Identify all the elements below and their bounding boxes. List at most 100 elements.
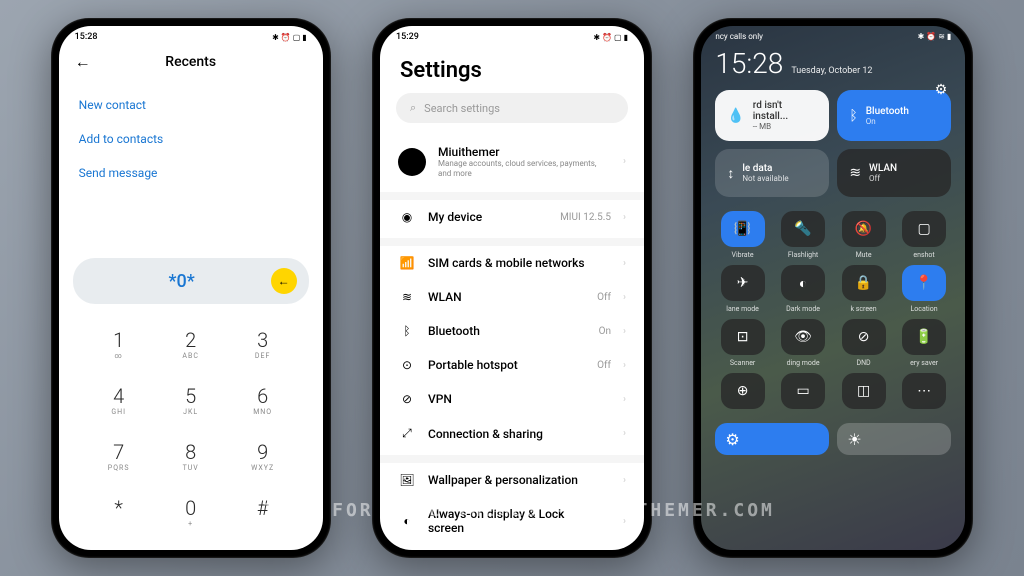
auto-brightness-slider[interactable]: ⚙ [715, 423, 829, 455]
link-item[interactable]: Send message [79, 156, 303, 190]
quick-tile-small[interactable]: ◐ Dark mode [776, 265, 831, 313]
phone-settings: 15:29 ✱ ⏰ ▢ ▮ Settings ⌕ Search settings… [372, 18, 652, 558]
tile-button[interactable]: ◫ [842, 373, 886, 409]
tile-button[interactable]: ▢ [902, 211, 946, 247]
settings-item[interactable]: ◉ My device MIUI 12.5.5 › [380, 200, 644, 246]
account-sub: Manage accounts, cloud services, payment… [438, 159, 611, 178]
tile-button[interactable]: ⊕ [721, 373, 765, 409]
tile-button[interactable]: 📍 [902, 265, 946, 301]
settings-item[interactable]: ≋ WLAN Off › [380, 280, 644, 314]
item-icon: ⤢ [398, 426, 416, 441]
settings-item[interactable]: ᛒ Bluetooth On › [380, 314, 644, 348]
link-item[interactable]: Add to contacts [79, 122, 303, 156]
tile-icon: ≋ [849, 165, 861, 181]
quick-tile-small[interactable]: ◫ [836, 373, 891, 413]
keypad-key[interactable]: 6MNO [227, 372, 299, 428]
tile-label: ding mode [787, 359, 820, 367]
quick-tile-small[interactable]: 🔒 k screen [836, 265, 891, 313]
status-icons: ✱ ⏰ ▢ ▮ [272, 33, 307, 42]
tile-button[interactable]: ⊘ [842, 319, 886, 355]
status-icons: ✱ ⏰ ▢ ▮ [593, 33, 628, 42]
tile-icon: 💧 [727, 108, 744, 124]
quick-tile-small[interactable]: 🔋 ery saver [897, 319, 952, 367]
clock-date: Tuesday, October 12 [791, 66, 872, 76]
keypad-key[interactable]: 3DEF [227, 316, 299, 372]
keypad-key[interactable]: 1∞ [83, 316, 155, 372]
keypad-key[interactable]: 5JKL [155, 372, 227, 428]
quick-tile-small[interactable]: 🔦 Flashlight [776, 211, 831, 259]
tile-label: DND [856, 359, 870, 367]
search-placeholder: Search settings [424, 102, 500, 115]
keypad-key[interactable]: # [227, 484, 299, 540]
tile-button[interactable]: ⊡ [721, 319, 765, 355]
brightness-slider[interactable]: ☀ [837, 423, 951, 455]
tile-button[interactable]: ⋯ [902, 373, 946, 409]
quick-tile-large[interactable]: ↕ le data Not available [715, 149, 829, 197]
quick-tile-large[interactable]: ≋ WLAN Off [837, 149, 951, 197]
item-label: WLAN [428, 290, 585, 304]
tile-button[interactable]: ◐ [781, 265, 825, 301]
backspace-button[interactable]: ← [271, 268, 297, 294]
quick-tile-small[interactable]: ▭ [776, 373, 831, 413]
keypad-key[interactable]: * [83, 484, 155, 540]
keypad-key[interactable]: 4GHI [83, 372, 155, 428]
tile-button[interactable]: ▭ [781, 373, 825, 409]
brightness-icon: ☀ [847, 430, 861, 449]
tile-button[interactable]: 🔕 [842, 211, 886, 247]
quick-tile-small[interactable]: ⋯ [897, 373, 952, 413]
item-label: My device [428, 210, 548, 224]
tile-button[interactable]: ✈ [721, 265, 765, 301]
tile-button[interactable]: 🔒 [842, 265, 886, 301]
item-value: MIUI 12.5.5 [560, 212, 611, 223]
account-name: Miuithemer [438, 145, 611, 159]
status-icons: ✱ ⏰ ≋ ▮ [918, 32, 952, 41]
tile-button[interactable]: 📳 [721, 211, 765, 247]
search-input[interactable]: ⌕ Search settings [396, 93, 628, 123]
quick-tile-small[interactable]: 📳 Vibrate [715, 211, 770, 259]
tile-button[interactable]: 👁 [781, 319, 825, 355]
item-icon: ⊙ [398, 358, 416, 372]
settings-icon[interactable]: ⚙ [935, 82, 948, 98]
keypad-key[interactable]: 2ABC [155, 316, 227, 372]
keypad-key[interactable]: 7PQRS [83, 428, 155, 484]
settings-item[interactable]: ⊙ Portable hotspot Off › [380, 348, 644, 382]
chevron-right-icon: › [623, 292, 626, 303]
item-icon: ◉ [398, 210, 416, 224]
tile-label: Location [911, 305, 938, 313]
item-icon: ≋ [398, 290, 416, 304]
quick-tile-small[interactable]: 🔕 Mute [836, 211, 891, 259]
quick-tile-small[interactable]: ⊘ DND [836, 319, 891, 367]
tile-button[interactable]: 🔦 [781, 211, 825, 247]
settings-item[interactable]: 🖼 Wallpaper & personalization › [380, 463, 644, 497]
quick-tile-small[interactable]: ✈ lane mode [715, 265, 770, 313]
item-icon: 📶 [398, 256, 416, 270]
keypad-key[interactable]: 0+ [155, 484, 227, 540]
tile-label: Mute [856, 251, 872, 259]
tile-sub: Not available [742, 174, 788, 183]
tile-title: le data [742, 163, 788, 174]
quick-tile-large[interactable]: 💧 rd isn't install... -- MB [715, 90, 829, 141]
settings-item[interactable]: 📶 SIM cards & mobile networks › [380, 246, 644, 280]
settings-item[interactable]: ⤢ Connection & sharing › [380, 416, 644, 463]
account-item[interactable]: Miuithemer Manage accounts, cloud servic… [380, 135, 644, 200]
item-icon: ⊘ [398, 392, 416, 406]
quick-tile-small[interactable]: 📍 Location [897, 265, 952, 313]
quick-tile-small[interactable]: 👁 ding mode [776, 319, 831, 367]
keypad-key[interactable]: 9WXYZ [227, 428, 299, 484]
quick-tile-small[interactable]: ⊡ Scanner [715, 319, 770, 367]
quick-tile-small[interactable]: ⊕ [715, 373, 770, 413]
settings-item[interactable]: ⊘ VPN › [380, 382, 644, 416]
tile-sub: On [866, 117, 909, 126]
quick-tile-small[interactable]: ▢ enshot [897, 211, 952, 259]
link-item[interactable]: New contact [79, 88, 303, 122]
settings-item[interactable]: ◐ Always-on display & Lock screen › [380, 497, 644, 545]
tile-button[interactable]: 🔋 [902, 319, 946, 355]
chevron-right-icon: › [623, 326, 626, 337]
chevron-right-icon: › [623, 516, 626, 527]
chevron-right-icon: › [623, 212, 626, 223]
status-time: 15:29 [396, 32, 419, 42]
keypad-key[interactable]: 8TUV [155, 428, 227, 484]
gear-icon: ⚙ [725, 430, 739, 449]
dial-input[interactable]: *0* ← [73, 258, 309, 304]
item-value: Off [597, 292, 611, 303]
